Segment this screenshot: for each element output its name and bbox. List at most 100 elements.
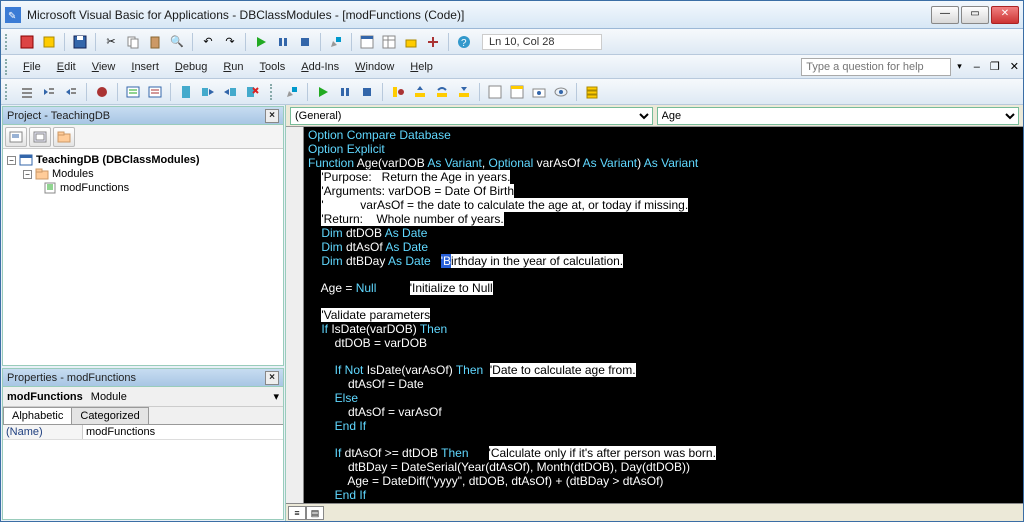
view-object-button[interactable] bbox=[29, 127, 51, 147]
tab-alphabetic[interactable]: Alphabetic bbox=[3, 407, 72, 424]
module-icon bbox=[43, 182, 57, 194]
collapse-icon[interactable]: − bbox=[23, 170, 32, 179]
menu-view[interactable]: View bbox=[84, 58, 124, 76]
svg-text:?: ? bbox=[461, 38, 467, 49]
toolbar2-grip[interactable] bbox=[5, 84, 11, 100]
step-into-button[interactable] bbox=[410, 82, 430, 102]
menu-run[interactable]: Run bbox=[215, 58, 251, 76]
step-over-button[interactable] bbox=[432, 82, 452, 102]
toggle-breakpoint-button2[interactable] bbox=[388, 82, 408, 102]
project-tree[interactable]: − TeachingDB (DBClassModules) − Modules … bbox=[3, 149, 283, 365]
quick-watch-button[interactable] bbox=[551, 82, 571, 102]
project-explorer-toolbar bbox=[3, 125, 283, 149]
help-dropdown-icon[interactable]: ▾ bbox=[957, 61, 962, 72]
svg-text:✎: ✎ bbox=[8, 11, 16, 22]
properties-tabs: Alphabetic Categorized bbox=[3, 407, 283, 425]
locals-window-button[interactable] bbox=[485, 82, 505, 102]
immediate-window-button[interactable] bbox=[507, 82, 527, 102]
run-button2[interactable] bbox=[313, 82, 333, 102]
break-button[interactable] bbox=[273, 32, 293, 52]
tree-module-item[interactable]: modFunctions bbox=[5, 181, 281, 195]
copy-button[interactable] bbox=[123, 32, 143, 52]
vba-app-icon: ✎ bbox=[5, 7, 21, 23]
call-stack-button[interactable] bbox=[582, 82, 602, 102]
menubar-grip[interactable] bbox=[5, 59, 11, 75]
insert-module-button[interactable] bbox=[39, 32, 59, 52]
toolbar-grip[interactable] bbox=[5, 34, 11, 50]
help-search-input[interactable] bbox=[801, 58, 951, 76]
project-explorer-header[interactable]: Project - TeachingDB × bbox=[3, 107, 283, 125]
maximize-button[interactable]: ▭ bbox=[961, 6, 989, 24]
toolbar2-grip2[interactable] bbox=[270, 84, 276, 100]
break-button2[interactable] bbox=[335, 82, 355, 102]
mdi-close-button[interactable]: ✕ bbox=[1010, 60, 1019, 73]
menu-tools[interactable]: Tools bbox=[252, 58, 294, 76]
toggle-bookmark-button[interactable] bbox=[176, 82, 196, 102]
indent-button[interactable] bbox=[39, 82, 59, 102]
tree-modules-folder[interactable]: − Modules bbox=[5, 167, 281, 181]
object-combo[interactable]: (General) bbox=[290, 107, 653, 125]
clear-bookmarks-button[interactable] bbox=[242, 82, 262, 102]
paste-button[interactable] bbox=[145, 32, 165, 52]
menu-window[interactable]: Window bbox=[347, 58, 402, 76]
reset-button[interactable] bbox=[295, 32, 315, 52]
uncomment-block-button[interactable] bbox=[145, 82, 165, 102]
design-mode-button2[interactable] bbox=[282, 82, 302, 102]
cut-button[interactable]: ✂ bbox=[101, 32, 121, 52]
tree-project-root[interactable]: − TeachingDB (DBClassModules) bbox=[5, 153, 281, 167]
properties-window-button[interactable] bbox=[379, 32, 399, 52]
run-button[interactable] bbox=[251, 32, 271, 52]
step-out-button[interactable] bbox=[454, 82, 474, 102]
menu-help[interactable]: Help bbox=[402, 58, 441, 76]
properties-close-button[interactable]: × bbox=[265, 371, 279, 385]
object-browser-button[interactable] bbox=[401, 32, 421, 52]
collapse-icon[interactable]: − bbox=[7, 156, 16, 165]
design-mode-button[interactable] bbox=[326, 32, 346, 52]
menu-file[interactable]: File bbox=[15, 58, 49, 76]
view-access-button[interactable] bbox=[17, 32, 37, 52]
reset-button2[interactable] bbox=[357, 82, 377, 102]
toolbox-button[interactable] bbox=[423, 32, 443, 52]
full-module-view-button[interactable]: ▤ bbox=[306, 506, 324, 520]
mdi-restore-button[interactable]: ❐ bbox=[990, 60, 1000, 73]
properties-object-selector[interactable]: modFunctions Module ▾ bbox=[3, 387, 283, 407]
procedure-combo[interactable]: Age bbox=[657, 107, 1020, 125]
project-explorer-button[interactable] bbox=[357, 32, 377, 52]
watch-window-button[interactable] bbox=[529, 82, 549, 102]
debug-toolbar bbox=[1, 79, 1023, 105]
code-editor[interactable]: Option Compare Database Option Explicit … bbox=[286, 127, 1023, 503]
dropdown-icon[interactable]: ▾ bbox=[269, 390, 283, 403]
find-button[interactable]: 🔍 bbox=[167, 32, 187, 52]
list-properties-button[interactable] bbox=[17, 82, 37, 102]
save-button[interactable] bbox=[70, 32, 90, 52]
minimize-button[interactable]: — bbox=[931, 6, 959, 24]
menu-edit[interactable]: Edit bbox=[49, 58, 84, 76]
cursor-position: Ln 10, Col 28 bbox=[482, 34, 602, 50]
mdi-minimize-button[interactable]: – bbox=[974, 61, 980, 73]
toggle-folders-button[interactable] bbox=[53, 127, 75, 147]
view-code-button[interactable] bbox=[5, 127, 27, 147]
properties-header[interactable]: Properties - modFunctions × bbox=[3, 369, 283, 387]
next-bookmark-button[interactable] bbox=[198, 82, 218, 102]
properties-grid[interactable]: (Name) modFunctions bbox=[3, 425, 283, 519]
tree-root-label: TeachingDB (DBClassModules) bbox=[36, 154, 200, 166]
tab-categorized[interactable]: Categorized bbox=[71, 407, 148, 424]
property-row[interactable]: (Name) modFunctions bbox=[3, 425, 283, 440]
menu-insert[interactable]: Insert bbox=[123, 58, 167, 76]
project-explorer-close-button[interactable]: × bbox=[265, 109, 279, 123]
menubar: FileEditViewInsertDebugRunToolsAdd-InsWi… bbox=[1, 55, 1023, 79]
code-margin[interactable] bbox=[286, 127, 304, 503]
close-button[interactable]: ✕ bbox=[991, 6, 1019, 24]
comment-block-button[interactable] bbox=[123, 82, 143, 102]
redo-button[interactable]: ↷ bbox=[220, 32, 240, 52]
titlebar[interactable]: ✎ Microsoft Visual Basic for Application… bbox=[1, 1, 1023, 29]
prev-bookmark-button[interactable] bbox=[220, 82, 240, 102]
menu-add-ins[interactable]: Add-Ins bbox=[293, 58, 347, 76]
procedure-view-button[interactable]: ≡ bbox=[288, 506, 306, 520]
property-value[interactable]: modFunctions bbox=[83, 425, 283, 439]
help-button[interactable]: ? bbox=[454, 32, 474, 52]
outdent-button[interactable] bbox=[61, 82, 81, 102]
menu-debug[interactable]: Debug bbox=[167, 58, 215, 76]
undo-button[interactable]: ↶ bbox=[198, 32, 218, 52]
toggle-breakpoint-button[interactable] bbox=[92, 82, 112, 102]
